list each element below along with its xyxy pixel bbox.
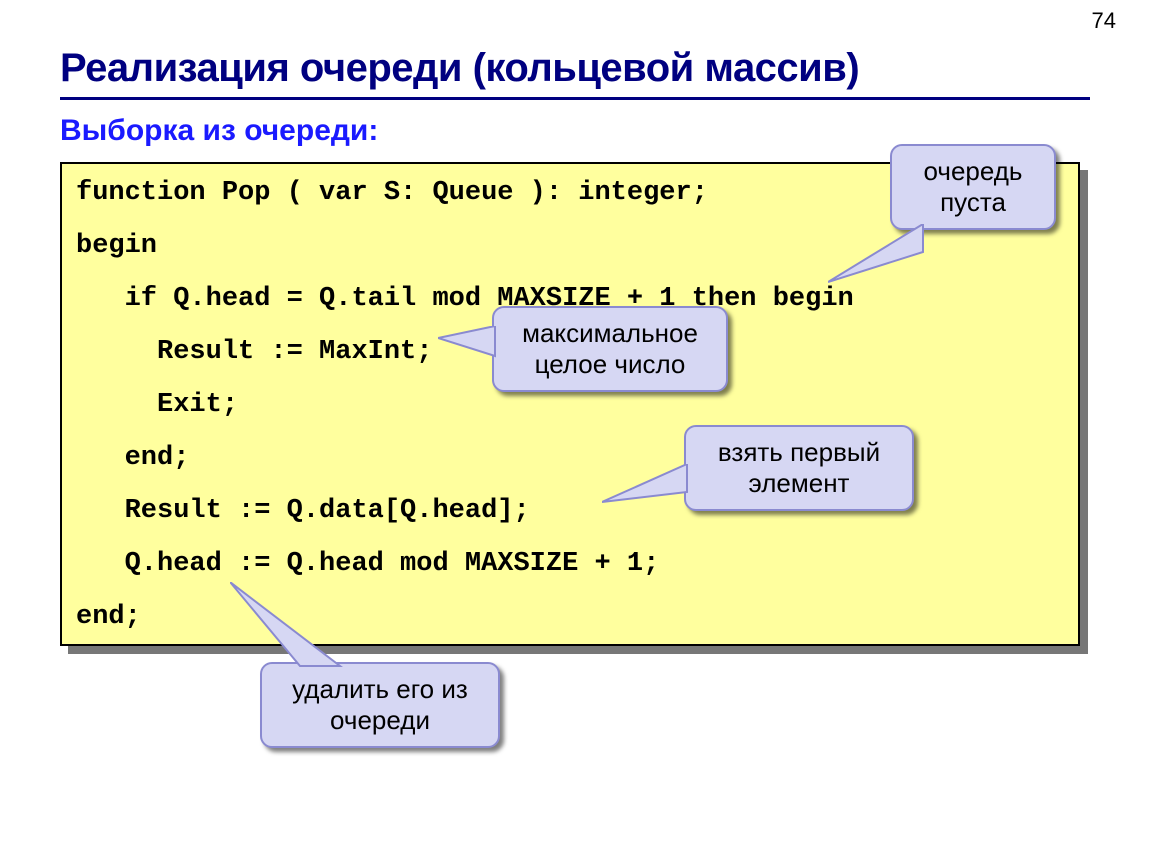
callout-maxint: максимальное целое число xyxy=(492,306,728,392)
callout-take-first: взять первый элемент xyxy=(684,425,914,511)
callout-line: элемент xyxy=(704,468,894,499)
callout-queue-empty: очередь пуста xyxy=(890,144,1056,230)
callout-line: максимальное xyxy=(512,318,708,349)
callout-line: взять первый xyxy=(704,437,894,468)
callout-line: очередь xyxy=(910,156,1036,187)
callout-pointer xyxy=(602,464,688,514)
slide-subtitle: Выборка из очереди: xyxy=(60,114,1090,148)
code-line: Q.head := Q.head mod MAXSIZE + 1; xyxy=(76,551,1064,578)
callout-line: целое число xyxy=(512,349,708,380)
callout-line: пуста xyxy=(910,187,1036,218)
callout-delete: удалить его из очереди xyxy=(260,662,500,748)
callout-pointer xyxy=(230,582,350,668)
slide-title: Реализация очереди (кольцевой массив) xyxy=(60,46,1090,91)
callout-line: очереди xyxy=(280,705,480,736)
code-line: end; xyxy=(76,445,1064,472)
code-line: Result := Q.data[Q.head]; xyxy=(76,498,1064,525)
callout-line: удалить его из xyxy=(280,674,480,705)
code-line: end; xyxy=(76,604,1064,631)
slide: 74 Реализация очереди (кольцевой массив)… xyxy=(0,0,1150,864)
page-number: 74 xyxy=(1092,8,1116,34)
callout-pointer xyxy=(438,326,496,366)
title-underline xyxy=(60,97,1090,100)
callout-pointer xyxy=(828,224,938,294)
code-area: function Pop ( var S: Queue ): integer; … xyxy=(60,162,1090,646)
code-line: Exit; xyxy=(76,392,1064,419)
